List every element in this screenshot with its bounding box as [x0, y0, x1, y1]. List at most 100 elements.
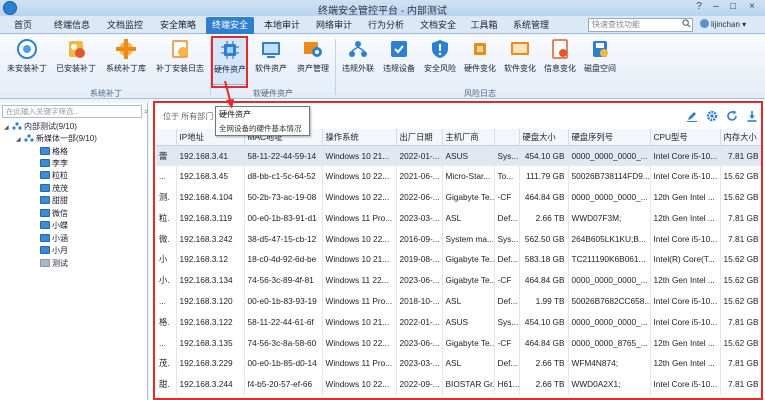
ribbon-disk-space[interactable]: 磁盘空间 [580, 37, 620, 85]
tab-doc-security[interactable]: 文档安全 [414, 17, 462, 34]
table-cell: 00-e0-1b-83-93-19 [244, 290, 323, 312]
collapse-icon[interactable]: ◢ [4, 123, 12, 134]
network-icon [349, 41, 367, 57]
table-cell: 58-11-22-44-61-6f [244, 311, 323, 333]
tree-filter-input[interactable]: 在此输入关键字筛选... [2, 105, 142, 118]
tree-node-member[interactable]: 小蝶 [40, 220, 68, 231]
table-cell: Intel Core i5-10... [650, 165, 721, 187]
tab-toolbox[interactable]: 工具箱 [464, 17, 504, 34]
org-icon [24, 134, 34, 142]
help-button[interactable]: ? [692, 1, 706, 14]
ribbon-asset-management[interactable]: 资产管理 [293, 37, 333, 85]
edit-icon[interactable] [686, 110, 698, 122]
col-header-date[interactable]: 出厂日期 [396, 129, 443, 146]
ribbon-software-change[interactable]: 软件变化 [500, 37, 540, 85]
table-cell: Windows 11 22... [322, 269, 397, 291]
maximize-button[interactable]: □ [726, 1, 740, 14]
table-cell: 小. [156, 269, 177, 291]
gear-icon[interactable] [706, 110, 718, 122]
table-cell: ASL [442, 352, 495, 374]
table-cell: Windows 11 Pro... [322, 352, 397, 374]
table-cell: Sys... [494, 228, 520, 249]
table-cell: Gigabyte Te... [442, 248, 495, 270]
table-cell: 15.62 GB [720, 248, 763, 270]
col-header-os[interactable]: 操作系统 [322, 129, 397, 146]
table-cell: 2019-08-... [396, 248, 443, 270]
col-header-cpu[interactable]: CPU型号 [650, 129, 721, 146]
tab-network-audit[interactable]: 网络审计 [310, 17, 358, 34]
search-icon[interactable] [682, 19, 691, 28]
minimize-button[interactable]: – [709, 1, 723, 14]
table-cell: ASUS [442, 145, 495, 166]
ribbon-installed-patch[interactable]: 已安装补丁 [52, 37, 100, 85]
table-row[interactable]: 小. 192.168.3.134 74-56-3c-89-4f-81 Windows … [156, 269, 763, 291]
ribbon-patch-library[interactable]: 系统补丁库 [102, 37, 150, 85]
tree-node-root[interactable]: ◢ 内部测试(9/10) [4, 121, 77, 132]
table-cell: Def... [494, 248, 520, 270]
col-header-disk-serial[interactable]: 硬盘序列号 [568, 129, 651, 146]
tab-doc-monitor[interactable]: 文档监控 [101, 17, 149, 34]
ribbon-patch-log[interactable]: 补丁安装日志 [152, 37, 208, 85]
table-cell: 茂. [156, 352, 177, 374]
ribbon-illegal-outreach[interactable]: 违规外联 [338, 37, 378, 85]
table-cell: Def... [494, 207, 520, 229]
table-cell: 464.84 GB [519, 332, 569, 353]
table-row[interactable]: ... 192.168.3.45 d8-bb-c1-5c-64-52 Windows … [156, 165, 763, 187]
table-cell: Gigabyte Te... [442, 186, 495, 208]
tab-local-audit[interactable]: 本地审计 [258, 17, 306, 34]
ribbon-hardware-change[interactable]: 硬件变化 [460, 37, 500, 85]
tree-node-member[interactable]: 小月 [40, 245, 68, 256]
col-header-model[interactable] [494, 129, 520, 146]
table-row[interactable]: 格. 192.168.3.122 58-11-22-44-61-6f Windows … [156, 311, 763, 333]
tree-node-member[interactable]: 微信 [40, 208, 68, 219]
tree-node-member[interactable]: 粒粒 [40, 170, 68, 181]
refresh-icon[interactable] [726, 110, 738, 122]
table-row[interactable]: 小 192.168.3.12 18-c0-4d-92-6d-be Windows 10… [156, 248, 763, 270]
table-cell: 192.168.3.135 [176, 332, 245, 353]
close-button[interactable]: × [745, 1, 759, 14]
table-row[interactable]: ... 192.168.3.120 00-e0-1b-83-93-19 Windows… [156, 290, 763, 312]
ribbon-uninstalled-patch[interactable]: 未安装补丁 [4, 37, 50, 85]
table-cell: Intel Core i5-10... [650, 373, 721, 395]
table-cell: BIOSTAR Gr... [442, 373, 495, 395]
table-cell: ... [156, 290, 177, 312]
table-cell: Intel Core i5-10... [650, 145, 721, 166]
table-row[interactable]: 粒. 192.168.3.119 00-e0-1b-83-91-d1 Windows … [156, 207, 763, 229]
col-header-disk-size[interactable]: 硬盘大小 [519, 129, 569, 146]
ribbon-software-assets[interactable]: 软件资产 [251, 37, 291, 85]
table-cell: Windows 10 21... [322, 248, 397, 270]
tree-node-member-offline[interactable]: 测试 [40, 258, 68, 269]
tab-security-policy[interactable]: 安全策略 [154, 17, 202, 34]
feature-search-input[interactable]: 快速查找功能 [588, 18, 693, 32]
tree-node-dept[interactable]: ◢ 新媒体一部(9/10) [16, 133, 97, 144]
filter-icon[interactable]: ⌕ [144, 107, 148, 117]
table-row[interactable]: ... 192.168.3.135 74-56-3c-8a-58-60 Windows… [156, 332, 763, 353]
col-header-vendor[interactable]: 主机厂商 [442, 129, 495, 146]
tree-node-member[interactable]: 小涵 [40, 233, 68, 244]
tree-node-member[interactable]: 格格 [40, 146, 68, 157]
table-row[interactable]: 甜. 192.168.3.244 f4-b5-20-57-ef-66 Windows … [156, 373, 763, 395]
table-row[interactable]: 测. 192.168.4.104 50-2b-73-ac-19-08 Windows … [156, 186, 763, 208]
tab-terminal-security[interactable]: 终端安全 [206, 17, 254, 34]
tab-terminal-info[interactable]: 终端信息 [48, 17, 96, 34]
tab-behavior-analysis[interactable]: 行为分析 [362, 17, 410, 34]
tab-system-manage[interactable]: 系统管理 [506, 17, 556, 34]
ribbon-illegal-device[interactable]: 违规设备 [379, 37, 419, 85]
tree-node-member[interactable]: 甜甜 [40, 195, 68, 206]
ribbon-security-risk[interactable]: 安全风险 [420, 37, 460, 85]
table-row[interactable]: 茂. 192.168.3.229 00-e0-1b-85-d0-14 Windows … [156, 352, 763, 374]
table-cell: 192.168.3.119 [176, 207, 245, 229]
collapse-icon[interactable]: ◢ [16, 135, 24, 146]
tree-node-member[interactable]: 李李 [40, 158, 68, 169]
ribbon-info-change[interactable]: 信息变化 [540, 37, 580, 85]
table-row[interactable]: 蕾 192.168.3.41 58-11-22-44-59-14 Windows 10… [156, 145, 763, 166]
table-cell: 粒. [156, 207, 177, 229]
table-row[interactable]: 微. 192.168.3.242 38-d5-47-15-cb-12 Windows … [156, 228, 763, 249]
user-menu[interactable]: lijinchan ▾ [700, 18, 746, 32]
download-icon[interactable] [746, 110, 758, 122]
tab-home[interactable]: 首页 [4, 17, 42, 34]
col-header[interactable] [156, 129, 177, 146]
tree-node-member[interactable]: 茂茂 [40, 183, 68, 194]
table-cell: 微. [156, 228, 177, 249]
col-header-memory[interactable]: 内存大小 [720, 129, 763, 146]
